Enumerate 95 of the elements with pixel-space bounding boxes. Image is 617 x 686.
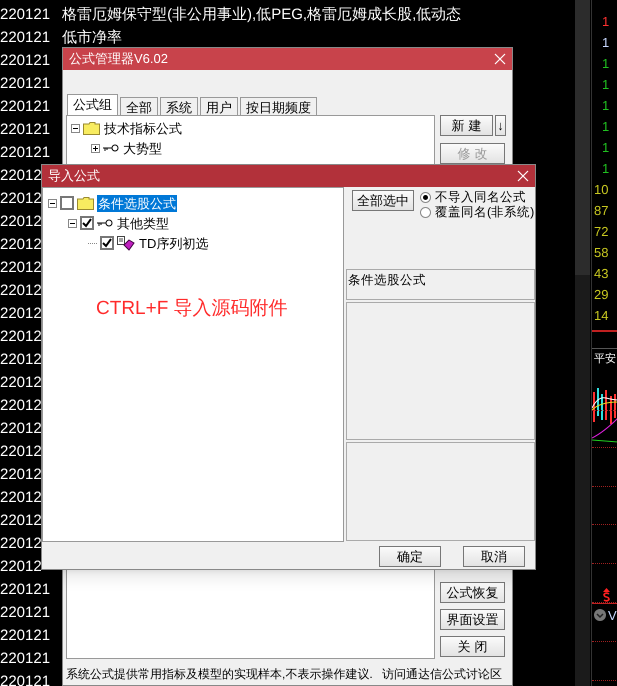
tree-item[interactable]: TD序列初选 [138, 234, 210, 252]
tree-item[interactable]: 大势型 [122, 140, 163, 156]
folder-icon [83, 122, 100, 134]
buy-signal-icon [602, 588, 611, 602]
date-cell-text: 22012 [0, 419, 42, 439]
date-cell-text: 220121 [0, 74, 50, 94]
cancel-button[interactable]: 取消 [463, 546, 525, 567]
tab[interactable]: 公式组 [67, 94, 118, 115]
axis-value: 1 [602, 77, 610, 92]
date-cell-text: 220121 [0, 5, 50, 25]
date-cell-text: 22012 [0, 373, 42, 393]
collapse-icon[interactable] [68, 218, 77, 228]
action-button[interactable]: 界面设置 [440, 609, 505, 630]
tree-item[interactable]: 条件选股公式 [97, 194, 177, 212]
action-button[interactable]: 公式恢复 [440, 582, 505, 603]
annotation-text: CTRL+F 导入源码附件 [96, 298, 288, 319]
checkbox[interactable] [80, 216, 94, 230]
tab[interactable]: 按日期频度 [240, 97, 317, 115]
axis-value: 14 [594, 308, 608, 323]
axis-value: 10 [594, 182, 608, 197]
date-cell-text: 22012 [0, 488, 42, 508]
date-cell-text: 220121 [0, 626, 50, 646]
radio-label: 不导入同名公式 [435, 189, 526, 205]
checkbox[interactable] [100, 236, 114, 250]
axis-value: 43 [594, 266, 608, 281]
checkbox[interactable] [60, 196, 74, 210]
axis-value: 1 [602, 119, 610, 134]
radio-button[interactable] [420, 207, 431, 218]
axis-value: 1 [602, 14, 610, 29]
sort-button[interactable]: ↓ [495, 115, 506, 136]
date-cell-text: 22012 [0, 465, 42, 485]
axis-value: 1 [602, 161, 610, 176]
date-cell-text: 22012 [0, 534, 42, 554]
date-cell-text: 22012 [0, 281, 42, 301]
axis-value: 58 [594, 245, 608, 260]
strategy-names: 格雷厄姆保守型(非公用事业),低PEG,格雷厄姆成长股,低动态 [62, 5, 462, 25]
axis-value: 1 [602, 98, 610, 113]
chevron-circle-icon[interactable] [594, 609, 606, 622]
date-cell-text: 22012 [0, 327, 42, 347]
expand-icon[interactable] [91, 144, 100, 152]
stock-label: 平安 [594, 353, 616, 365]
group-name-box: 条件选股公式 [346, 269, 535, 300]
date-cell-text: 22012 [0, 511, 42, 531]
date-cell-text: 220121 [0, 649, 50, 669]
date-cell-text: 220121 [0, 51, 50, 71]
radio-label: 覆盖同名(非系统) [435, 204, 534, 222]
key-icon [97, 219, 113, 227]
axis-value: 87 [594, 203, 608, 218]
strategy-names: 低市净率 [62, 28, 122, 48]
date-cell-text: 22012 [0, 350, 42, 370]
date-cell-text: 220121 [0, 603, 50, 623]
tab[interactable]: 系统 [160, 97, 198, 115]
date-cell-text: 22012 [0, 212, 42, 232]
collapse-icon[interactable] [71, 124, 80, 132]
date-cell-text: 22012 [0, 304, 42, 324]
axis-value: 1 [602, 56, 610, 71]
ok-button[interactable]: 确定 [379, 546, 441, 567]
axis-value: 1 [602, 35, 610, 50]
collapse-icon[interactable] [48, 198, 57, 208]
close-icon[interactable] [517, 170, 529, 182]
scrollbar[interactable] [575, 0, 590, 686]
date-cell-text: 22012 [0, 258, 42, 278]
date-cell-text: 22012 [0, 235, 42, 255]
date-cell-text: 220121 [0, 580, 50, 600]
new-button[interactable]: 新 建 [440, 115, 493, 136]
date-cell-text: 22012 [0, 189, 42, 209]
tree-item[interactable]: 其他类型 [116, 214, 170, 232]
dialog-title: 导入公式 [48, 167, 100, 186]
window-title: 公式管理器V6.02 [69, 50, 168, 68]
scrollbar-thumb[interactable] [575, 0, 590, 275]
forum-link[interactable]: 访问通达信公式讨论区 [382, 665, 502, 683]
tree-item[interactable]: 技术指标公式 [103, 120, 183, 136]
axis-value: 72 [594, 224, 608, 239]
formula-icon [117, 236, 135, 250]
date-cell-text: 220121 [0, 672, 50, 686]
date-cell-text: 22012 [0, 396, 42, 416]
radio-button[interactable] [420, 192, 431, 203]
volume-label: V [608, 606, 617, 624]
tab[interactable]: 用户 [200, 97, 238, 115]
folder-icon [77, 196, 94, 210]
date-cell-text: 220121 [0, 143, 50, 163]
select-all-button[interactable]: 全部选中 [352, 190, 414, 211]
axis-value: 1 [602, 140, 610, 155]
close-icon[interactable] [494, 53, 506, 65]
axis-value: 29 [594, 287, 608, 302]
disclaimer-text: 系统公式提供常用指标及模型的实现样本,不表示操作建议. [66, 666, 373, 683]
date-cell-text: 22012 [0, 166, 42, 186]
tab[interactable]: 全部 [120, 97, 158, 115]
action-button[interactable]: 关 闭 [440, 636, 505, 657]
date-cell-text: 220121 [0, 28, 50, 48]
date-cell-text: 220121 [0, 97, 50, 117]
date-cell-text: 22012 [0, 557, 42, 577]
date-cell-text: 220121 [0, 120, 50, 140]
date-cell-text: 22012 [0, 442, 42, 462]
key-icon [103, 144, 119, 152]
